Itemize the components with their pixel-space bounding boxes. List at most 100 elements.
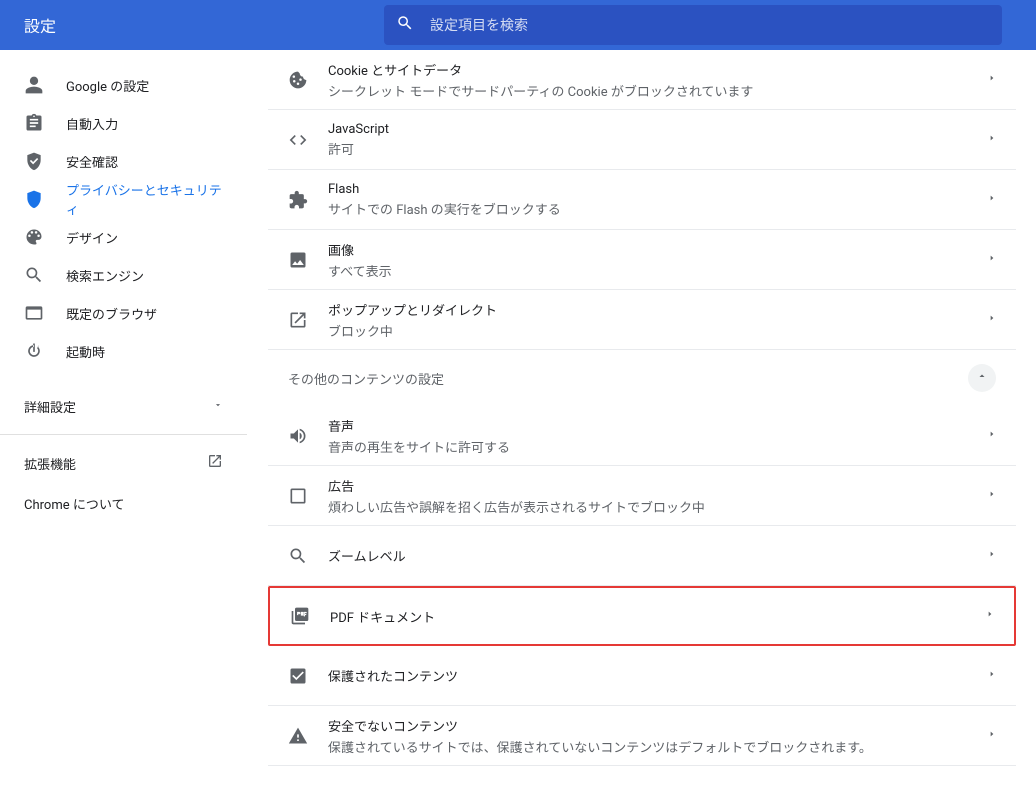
open-external-icon	[207, 453, 223, 473]
row-subtitle: ブロック中	[328, 321, 988, 340]
setting-row-puzzle[interactable]: Flash サイトでの Flash の実行をブロックする	[268, 170, 1016, 230]
section-title: その他のコンテンツの設定	[288, 369, 444, 388]
row-subtitle: すべて表示	[328, 261, 988, 280]
row-subtitle: 音声の再生をサイトに許可する	[328, 437, 988, 456]
divider	[0, 434, 247, 435]
setting-row-volume[interactable]: 音声音声の再生をサイトに許可する	[268, 406, 1016, 466]
row-title: Flash	[328, 182, 988, 197]
setting-row-frame[interactable]: 広告煩わしい広告や誤解を招く広告が表示されるサイトでブロック中	[268, 466, 1016, 526]
row-title: 保護されたコンテンツ	[328, 666, 988, 685]
header-title: 設定	[24, 13, 384, 37]
pdf-icon	[290, 606, 310, 626]
protected-icon	[288, 666, 308, 686]
main-content: Cookie とサイトデータシークレット モードでサードパーティの Cookie…	[248, 50, 1036, 800]
row-body: 画像すべて表示	[328, 240, 988, 280]
row-subtitle: 煩わしい広告や誤解を招く広告が表示されるサイトでブロック中	[328, 497, 988, 516]
sidebar-item-label: 安全確認	[66, 152, 118, 171]
sidebar-item-power[interactable]: 起動時	[0, 332, 247, 370]
about-label: Chrome について	[24, 494, 124, 513]
volume-icon	[288, 426, 308, 446]
shield-icon	[24, 189, 44, 209]
setting-row-pdf[interactable]: PDF ドキュメント	[268, 586, 1016, 646]
setting-row-popup[interactable]: ポップアップとリダイレクトブロック中	[268, 290, 1016, 350]
setting-row-protected[interactable]: 保護されたコンテンツ	[268, 646, 1016, 706]
sidebar-item-label: デザイン	[66, 228, 118, 247]
sidebar-item-search[interactable]: 検索エンジン	[0, 256, 247, 294]
search-wrap[interactable]	[384, 5, 1002, 45]
row-title: ポップアップとリダイレクト	[328, 300, 988, 319]
sidebar-item-label: 自動入力	[66, 114, 118, 133]
setting-row-image[interactable]: 画像すべて表示	[268, 230, 1016, 290]
row-body: 安全でないコンテンツ保護されているサイトでは、保護されていないコンテンツはデフォ…	[328, 716, 988, 756]
setting-row-search[interactable]: ズームレベル	[268, 526, 1016, 586]
row-body: ポップアップとリダイレクトブロック中	[328, 300, 988, 340]
row-title: ズームレベル	[328, 546, 988, 565]
clipboard-icon	[24, 113, 44, 133]
row-subtitle: 許可	[328, 139, 988, 158]
row-body: Cookie とサイトデータシークレット モードでサードパーティの Cookie…	[328, 60, 988, 100]
row-title: 画像	[328, 240, 988, 259]
setting-row-cookie[interactable]: Cookie とサイトデータシークレット モードでサードパーティの Cookie…	[268, 50, 1016, 110]
sidebar-item-label: Google の設定	[66, 76, 149, 95]
sidebar-item-person[interactable]: Google の設定	[0, 66, 247, 104]
chevron-right-icon	[988, 428, 996, 444]
row-title: 音声	[328, 416, 988, 435]
row-body: 広告煩わしい広告や誤解を招く広告が表示されるサイトでブロック中	[328, 476, 988, 516]
image-icon	[288, 250, 308, 270]
cookie-icon	[288, 70, 308, 90]
row-body: ズームレベル	[328, 546, 988, 565]
about-link[interactable]: Chrome について	[0, 483, 247, 523]
sidebar-item-palette[interactable]: デザイン	[0, 218, 247, 256]
chevron-right-icon	[988, 488, 996, 504]
layout: Google の設定自動入力安全確認プライバシーとセキュリティデザイン検索エンジ…	[0, 50, 1036, 800]
search-input[interactable]	[430, 17, 990, 33]
row-subtitle: サイトでの Flash の実行をブロックする	[328, 199, 988, 218]
sidebar-item-label: プライバシーとセキュリティ	[66, 180, 223, 218]
search-icon	[396, 14, 430, 36]
row-subtitle: シークレット モードでサードパーティの Cookie がブロックされています	[328, 81, 988, 100]
chevron-up-icon	[976, 370, 988, 386]
row-title: JavaScript	[328, 122, 988, 137]
code-icon	[288, 130, 308, 150]
chevron-right-icon	[988, 668, 996, 684]
setting-row-code[interactable]: JavaScript 許可	[268, 110, 1016, 170]
shield-check-icon	[24, 151, 44, 171]
row-title: 広告	[328, 476, 988, 495]
search-icon	[24, 265, 44, 285]
palette-icon	[24, 227, 44, 247]
setting-row-warning[interactable]: 安全でないコンテンツ保護されているサイトでは、保護されていないコンテンツはデフォ…	[268, 706, 1016, 766]
extensions-link[interactable]: 拡張機能	[0, 443, 247, 483]
sidebar: Google の設定自動入力安全確認プライバシーとセキュリティデザイン検索エンジ…	[0, 50, 248, 800]
popup-icon	[288, 310, 308, 330]
browser-icon	[24, 303, 44, 323]
header: 設定	[0, 0, 1036, 50]
row-body: 音声音声の再生をサイトに許可する	[328, 416, 988, 456]
chevron-right-icon	[988, 252, 996, 268]
chevron-right-icon	[988, 548, 996, 564]
sidebar-item-browser[interactable]: 既定のブラウザ	[0, 294, 247, 332]
collapse-button[interactable]	[968, 364, 996, 392]
sidebar-item-shield[interactable]: プライバシーとセキュリティ	[0, 180, 247, 218]
extensions-label: 拡張機能	[24, 454, 76, 473]
frame-icon	[288, 486, 308, 506]
chevron-right-icon	[988, 192, 996, 208]
chevron-down-icon	[213, 399, 223, 414]
sidebar-item-label: 起動時	[66, 342, 105, 361]
chevron-right-icon	[988, 132, 996, 148]
puzzle-icon	[288, 190, 308, 210]
advanced-label: 詳細設定	[24, 397, 76, 416]
row-title: Cookie とサイトデータ	[328, 60, 988, 79]
power-icon	[24, 341, 44, 361]
row-title: PDF ドキュメント	[330, 607, 986, 626]
sidebar-item-shield-check[interactable]: 安全確認	[0, 142, 247, 180]
row-body: 保護されたコンテンツ	[328, 666, 988, 685]
chevron-right-icon	[988, 312, 996, 328]
sidebar-item-label: 検索エンジン	[66, 266, 144, 285]
person-icon	[24, 75, 44, 95]
sidebar-item-clipboard[interactable]: 自動入力	[0, 104, 247, 142]
advanced-toggle[interactable]: 詳細設定	[0, 386, 247, 426]
search-icon	[288, 546, 308, 566]
chevron-right-icon	[988, 72, 996, 88]
row-body: Flash サイトでの Flash の実行をブロックする	[328, 182, 988, 218]
sidebar-item-label: 既定のブラウザ	[66, 304, 157, 323]
